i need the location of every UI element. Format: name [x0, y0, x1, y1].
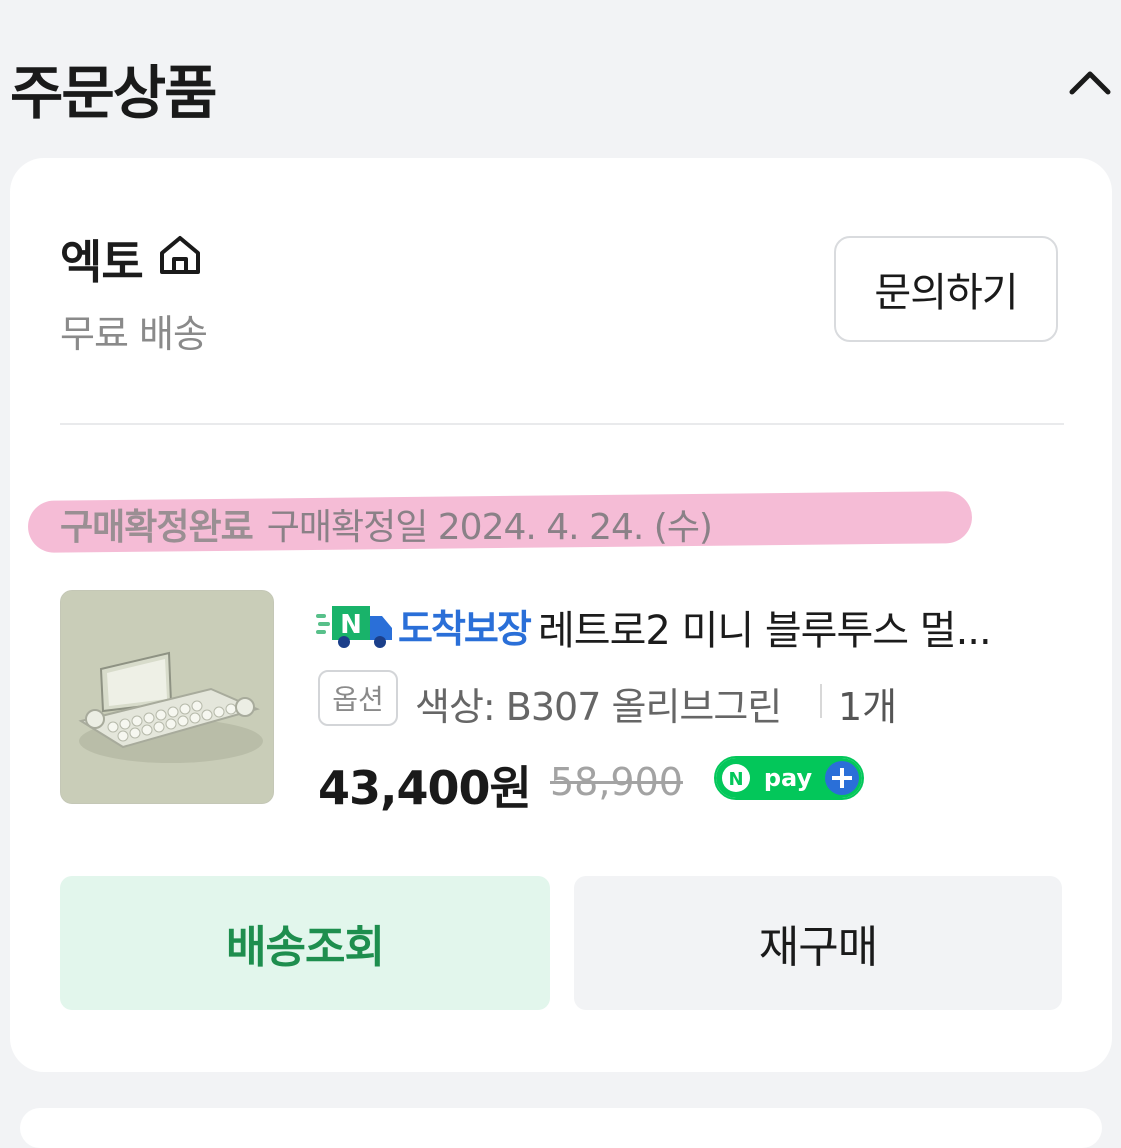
svg-text:N: N: [728, 769, 743, 790]
option-separator: [820, 684, 822, 718]
inquiry-button[interactable]: 문의하기: [834, 236, 1058, 342]
sale-price: 43,400원: [318, 761, 532, 815]
npay-plus-icon: N pay: [714, 756, 864, 800]
order-card: 엑토 무료 배송 문의하기 구매확정완료 구매확정일 2024. 4. 24. (…: [10, 158, 1112, 1072]
rebuy-button[interactable]: 재구매: [574, 876, 1062, 1010]
arrival-guarantee-badge: 도착보장: [398, 607, 532, 651]
quantity: 1개: [838, 685, 898, 729]
option-tag: 옵션: [318, 670, 398, 726]
original-price: 58,900: [550, 760, 683, 804]
section-title: 주문상품: [10, 59, 217, 127]
shipping-info: 무료 배송: [60, 312, 208, 356]
delivery-truck-icon: N: [316, 606, 392, 648]
store-name[interactable]: 엑토: [60, 226, 144, 292]
order-status: 구매확정완료: [60, 507, 254, 548]
divider: [60, 423, 1064, 425]
svg-text:N: N: [340, 610, 362, 640]
track-delivery-button[interactable]: 배송조회: [60, 876, 550, 1010]
product-name[interactable]: 레트로2 미니 블루투스 멀...: [538, 598, 992, 656]
option-value: 색상: B307 올리브그린: [415, 685, 782, 729]
home-icon[interactable]: [157, 232, 203, 278]
chevron-up-icon[interactable]: [1066, 64, 1114, 100]
svg-text:pay: pay: [764, 764, 813, 792]
order-status-line: 구매확정완료 구매확정일 2024. 4. 24. (수): [60, 498, 713, 550]
confirm-date: 구매확정일 2024. 4. 24. (수): [266, 507, 713, 548]
product-thumbnail[interactable]: [60, 590, 274, 804]
order-items-header: 주문상품: [0, 0, 1121, 160]
next-card-edge: [20, 1108, 1102, 1148]
